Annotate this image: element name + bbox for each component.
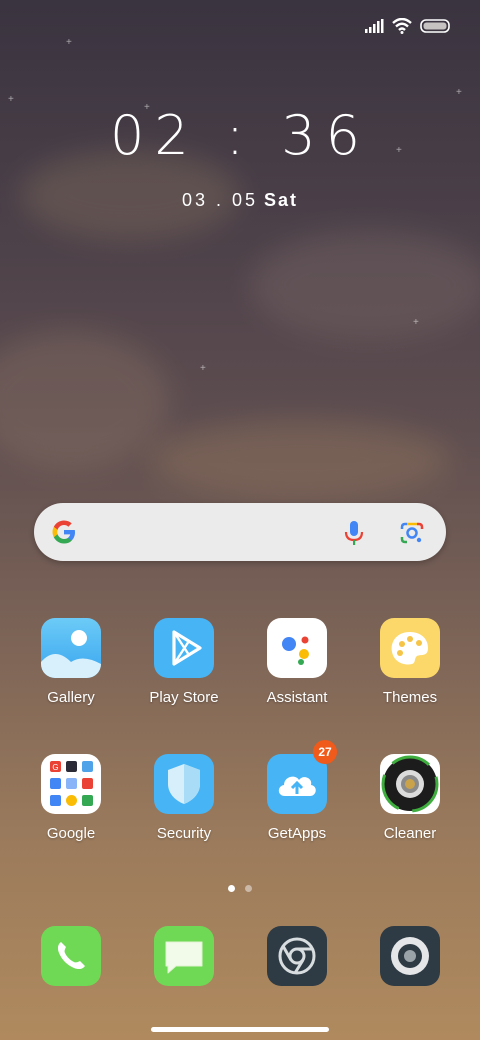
page-dot-active (228, 885, 235, 892)
folder-google[interactable]: G Google (21, 754, 121, 842)
app-label: Google (46, 825, 96, 842)
google-lens-icon[interactable] (399, 520, 425, 546)
app-label: GetApps (267, 825, 327, 842)
app-label: Assistant (266, 689, 328, 706)
gallery-icon (41, 618, 101, 678)
app-security[interactable]: Security (134, 754, 234, 842)
svg-text:G: G (52, 763, 58, 772)
google-g-icon (52, 520, 75, 544)
chrome-browser-icon (267, 926, 327, 986)
lock-date[interactable]: 03 . 05 Sat (0, 190, 480, 211)
phone-icon (41, 926, 101, 986)
page-dot (245, 885, 252, 892)
google-folder-icon: G (41, 754, 101, 814)
app-play-store[interactable]: Play Store (134, 618, 234, 706)
security-shield-icon (154, 754, 214, 814)
gesture-home-bar[interactable] (151, 1027, 329, 1032)
notification-badge: 27 (313, 740, 337, 764)
messages-icon (154, 926, 214, 986)
cleaner-icon (380, 754, 440, 814)
microphone-icon[interactable] (342, 519, 366, 547)
app-label: Play Store (149, 689, 219, 706)
lock-clock[interactable]: 02 : 36 (0, 104, 480, 167)
camera-icon (380, 926, 440, 986)
signal-bars-icon (365, 19, 384, 33)
app-label: Security (156, 825, 212, 842)
getapps-cloud-icon (267, 754, 327, 814)
app-themes[interactable]: Themes (360, 618, 460, 706)
battery-icon (420, 19, 450, 33)
app-label: Themes (382, 689, 438, 706)
dock-messages[interactable] (134, 926, 234, 986)
play-store-icon (154, 618, 214, 678)
dock-camera[interactable] (360, 926, 460, 986)
app-gallery[interactable]: Gallery (21, 618, 121, 706)
themes-palette-icon (380, 618, 440, 678)
dock-phone[interactable] (21, 926, 121, 986)
status-bar (364, 18, 450, 34)
google-search-bar[interactable] (34, 503, 446, 561)
page-indicator[interactable] (0, 879, 480, 897)
day-of-week: Sat (264, 190, 299, 210)
wifi-icon (392, 18, 412, 34)
app-label: Gallery (47, 689, 95, 706)
assistant-icon (267, 618, 327, 678)
date-text: 03 . 05 (181, 190, 259, 210)
app-cleaner[interactable]: Cleaner (360, 754, 460, 842)
app-getapps[interactable]: 27 GetApps (247, 740, 347, 842)
dock-browser[interactable] (247, 926, 347, 986)
app-assistant[interactable]: Assistant (247, 618, 347, 706)
app-label: Cleaner (383, 825, 437, 842)
